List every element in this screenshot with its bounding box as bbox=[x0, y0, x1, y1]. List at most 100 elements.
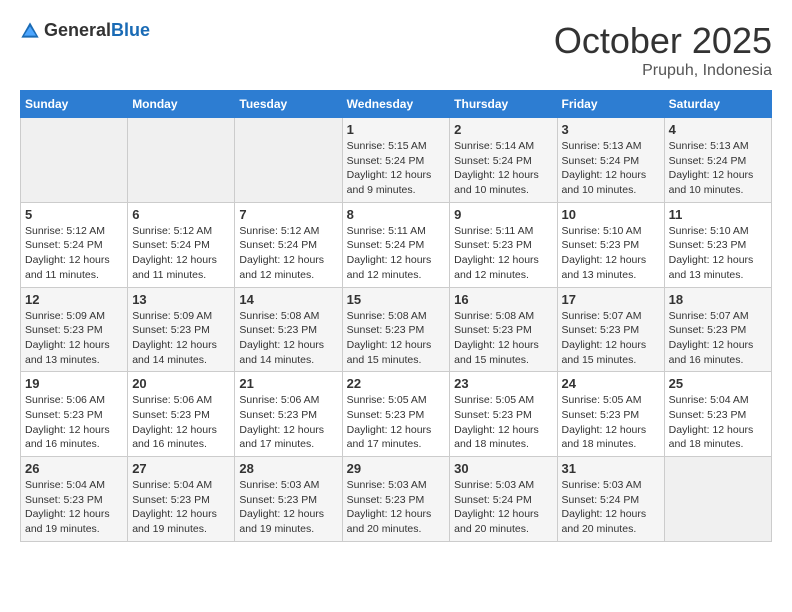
week-row-2: 5 Sunrise: 5:12 AMSunset: 5:24 PMDaylight… bbox=[21, 202, 772, 287]
day-cell-23: 23Sunrise: 5:05 AMSunset: 5:23 PMDayligh… bbox=[450, 372, 557, 457]
day-cell-7: 7 Sunrise: 5:12 AMSunset: 5:24 PMDaylight… bbox=[235, 202, 342, 287]
day-number-12: 12 bbox=[25, 292, 123, 307]
day-number-17: 17 bbox=[562, 292, 660, 307]
day-number-8: 8 bbox=[347, 207, 446, 222]
calendar-header: SundayMondayTuesdayWednesdayThursdayFrid… bbox=[21, 91, 772, 118]
day-info-5: Sunrise: 5:12 AMSunset: 5:24 PMDaylight:… bbox=[25, 224, 123, 283]
day-cell-20: 20 Sunrise: 5:06 AMSunset: 5:23 PMDayligh… bbox=[128, 372, 235, 457]
week-row-4: 19 Sunrise: 5:06 AMSunset: 5:23 PMDayligh… bbox=[21, 372, 772, 457]
day-number-29: 29 bbox=[347, 461, 446, 476]
day-cell-16: 16 Sunrise: 5:08 AMSunset: 5:23 PMDayligh… bbox=[450, 287, 557, 372]
week-row-1: 1Sunrise: 5:15 AMSunset: 5:24 PMDaylight… bbox=[21, 118, 772, 203]
day-number-27: 27 bbox=[132, 461, 230, 476]
calendar-body: 1Sunrise: 5:15 AMSunset: 5:24 PMDaylight… bbox=[21, 118, 772, 542]
day-cell-31: 31Sunrise: 5:03 AMSunset: 5:24 PMDayligh… bbox=[557, 457, 664, 542]
day-number-31: 31 bbox=[562, 461, 660, 476]
weekday-header-sunday: Sunday bbox=[21, 91, 128, 118]
day-info-16: Sunrise: 5:08 AMSunset: 5:23 PMDaylight:… bbox=[454, 309, 552, 368]
calendar-table: SundayMondayTuesdayWednesdayThursdayFrid… bbox=[20, 90, 772, 542]
empty-cell bbox=[21, 118, 128, 203]
day-number-28: 28 bbox=[239, 461, 337, 476]
logo-text-general: General bbox=[44, 20, 111, 40]
weekday-header-monday: Monday bbox=[128, 91, 235, 118]
day-info-3: Sunrise: 5:13 AMSunset: 5:24 PMDaylight:… bbox=[562, 139, 660, 198]
day-info-24: Sunrise: 5:05 AMSunset: 5:23 PMDaylight:… bbox=[562, 393, 660, 452]
day-number-9: 9 bbox=[454, 207, 552, 222]
day-number-13: 13 bbox=[132, 292, 230, 307]
weekday-header-wednesday: Wednesday bbox=[342, 91, 450, 118]
logo-text-blue: Blue bbox=[111, 20, 150, 40]
day-cell-3: 3Sunrise: 5:13 AMSunset: 5:24 PMDaylight… bbox=[557, 118, 664, 203]
day-cell-11: 11 Sunrise: 5:10 AMSunset: 5:23 PMDayligh… bbox=[664, 202, 771, 287]
month-title: October 2025 bbox=[554, 20, 772, 62]
day-number-19: 19 bbox=[25, 376, 123, 391]
week-row-5: 26 Sunrise: 5:04 AMSunset: 5:23 PMDayligh… bbox=[21, 457, 772, 542]
day-number-26: 26 bbox=[25, 461, 123, 476]
day-info-15: Sunrise: 5:08 AMSunset: 5:23 PMDaylight:… bbox=[347, 309, 446, 368]
day-number-2: 2 bbox=[454, 122, 552, 137]
logo: GeneralBlue bbox=[20, 20, 150, 41]
weekday-header-tuesday: Tuesday bbox=[235, 91, 342, 118]
day-info-6: Sunrise: 5:12 AMSunset: 5:24 PMDaylight:… bbox=[132, 224, 230, 283]
day-info-8: Sunrise: 5:11 AMSunset: 5:24 PMDaylight:… bbox=[347, 224, 446, 283]
empty-cell bbox=[128, 118, 235, 203]
day-info-12: Sunrise: 5:09 AMSunset: 5:23 PMDaylight:… bbox=[25, 309, 123, 368]
location-title: Prupuh, Indonesia bbox=[554, 62, 772, 80]
empty-cell bbox=[664, 457, 771, 542]
day-number-21: 21 bbox=[239, 376, 337, 391]
day-cell-13: 13Sunrise: 5:09 AMSunset: 5:23 PMDayligh… bbox=[128, 287, 235, 372]
day-info-27: Sunrise: 5:04 AMSunset: 5:23 PMDaylight:… bbox=[132, 478, 230, 537]
day-info-14: Sunrise: 5:08 AMSunset: 5:23 PMDaylight:… bbox=[239, 309, 337, 368]
day-info-25: Sunrise: 5:04 AMSunset: 5:23 PMDaylight:… bbox=[669, 393, 767, 452]
weekday-header-saturday: Saturday bbox=[664, 91, 771, 118]
day-cell-28: 28 Sunrise: 5:03 AMSunset: 5:23 PMDayligh… bbox=[235, 457, 342, 542]
day-number-14: 14 bbox=[239, 292, 337, 307]
day-info-21: Sunrise: 5:06 AMSunset: 5:23 PMDaylight:… bbox=[239, 393, 337, 452]
day-cell-10: 10 Sunrise: 5:10 AMSunset: 5:23 PMDayligh… bbox=[557, 202, 664, 287]
day-cell-25: 25 Sunrise: 5:04 AMSunset: 5:23 PMDayligh… bbox=[664, 372, 771, 457]
day-cell-15: 15 Sunrise: 5:08 AMSunset: 5:23 PMDayligh… bbox=[342, 287, 450, 372]
day-number-18: 18 bbox=[669, 292, 767, 307]
day-info-7: Sunrise: 5:12 AMSunset: 5:24 PMDaylight:… bbox=[239, 224, 337, 283]
day-cell-6: 6Sunrise: 5:12 AMSunset: 5:24 PMDaylight… bbox=[128, 202, 235, 287]
day-info-10: Sunrise: 5:10 AMSunset: 5:23 PMDaylight:… bbox=[562, 224, 660, 283]
day-cell-22: 22 Sunrise: 5:05 AMSunset: 5:23 PMDayligh… bbox=[342, 372, 450, 457]
day-cell-5: 5 Sunrise: 5:12 AMSunset: 5:24 PMDaylight… bbox=[21, 202, 128, 287]
day-number-16: 16 bbox=[454, 292, 552, 307]
week-row-3: 12 Sunrise: 5:09 AMSunset: 5:23 PMDayligh… bbox=[21, 287, 772, 372]
day-number-22: 22 bbox=[347, 376, 446, 391]
day-info-11: Sunrise: 5:10 AMSunset: 5:23 PMDaylight:… bbox=[669, 224, 767, 283]
day-cell-9: 9Sunrise: 5:11 AMSunset: 5:23 PMDaylight… bbox=[450, 202, 557, 287]
day-cell-2: 2 Sunrise: 5:14 AMSunset: 5:24 PMDaylight… bbox=[450, 118, 557, 203]
header: GeneralBlue October 2025 Prupuh, Indones… bbox=[20, 20, 772, 80]
day-cell-30: 30 Sunrise: 5:03 AMSunset: 5:24 PMDayligh… bbox=[450, 457, 557, 542]
day-number-10: 10 bbox=[562, 207, 660, 222]
day-number-4: 4 bbox=[669, 122, 767, 137]
day-info-2: Sunrise: 5:14 AMSunset: 5:24 PMDaylight:… bbox=[454, 139, 552, 198]
day-cell-1: 1Sunrise: 5:15 AMSunset: 5:24 PMDaylight… bbox=[342, 118, 450, 203]
day-cell-26: 26 Sunrise: 5:04 AMSunset: 5:23 PMDayligh… bbox=[21, 457, 128, 542]
day-cell-29: 29Sunrise: 5:03 AMSunset: 5:23 PMDayligh… bbox=[342, 457, 450, 542]
day-number-15: 15 bbox=[347, 292, 446, 307]
title-area: October 2025 Prupuh, Indonesia bbox=[554, 20, 772, 80]
day-cell-4: 4 Sunrise: 5:13 AMSunset: 5:24 PMDaylight… bbox=[664, 118, 771, 203]
day-info-4: Sunrise: 5:13 AMSunset: 5:24 PMDaylight:… bbox=[669, 139, 767, 198]
day-info-30: Sunrise: 5:03 AMSunset: 5:24 PMDaylight:… bbox=[454, 478, 552, 537]
day-cell-21: 21 Sunrise: 5:06 AMSunset: 5:23 PMDayligh… bbox=[235, 372, 342, 457]
weekday-header-row: SundayMondayTuesdayWednesdayThursdayFrid… bbox=[21, 91, 772, 118]
day-number-24: 24 bbox=[562, 376, 660, 391]
weekday-header-thursday: Thursday bbox=[450, 91, 557, 118]
day-info-17: Sunrise: 5:07 AMSunset: 5:23 PMDaylight:… bbox=[562, 309, 660, 368]
day-number-30: 30 bbox=[454, 461, 552, 476]
day-info-28: Sunrise: 5:03 AMSunset: 5:23 PMDaylight:… bbox=[239, 478, 337, 537]
day-number-25: 25 bbox=[669, 376, 767, 391]
day-number-11: 11 bbox=[669, 207, 767, 222]
day-info-20: Sunrise: 5:06 AMSunset: 5:23 PMDaylight:… bbox=[132, 393, 230, 452]
day-info-19: Sunrise: 5:06 AMSunset: 5:23 PMDaylight:… bbox=[25, 393, 123, 452]
day-number-20: 20 bbox=[132, 376, 230, 391]
day-info-18: Sunrise: 5:07 AMSunset: 5:23 PMDaylight:… bbox=[669, 309, 767, 368]
day-number-5: 5 bbox=[25, 207, 123, 222]
day-info-22: Sunrise: 5:05 AMSunset: 5:23 PMDaylight:… bbox=[347, 393, 446, 452]
day-info-26: Sunrise: 5:04 AMSunset: 5:23 PMDaylight:… bbox=[25, 478, 123, 537]
day-number-7: 7 bbox=[239, 207, 337, 222]
